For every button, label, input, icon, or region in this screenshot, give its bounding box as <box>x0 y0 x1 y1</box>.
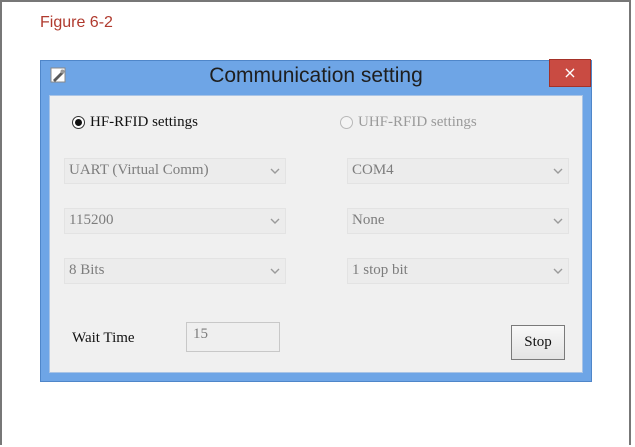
stop-bits-value: 1 stop bit <box>352 262 408 278</box>
close-icon: × <box>563 63 577 82</box>
interface-select[interactable]: UART (Virtual Comm) <box>64 158 286 184</box>
chevron-down-icon <box>269 265 281 277</box>
wait-time-field[interactable]: 15 <box>186 322 280 352</box>
window-title: Communication setting <box>209 64 423 87</box>
port-value: COM4 <box>352 162 394 178</box>
baud-rate-value: 115200 <box>69 212 114 228</box>
dialog-client-area: HF-RFID settings UHF-RFID settings UART … <box>49 95 583 373</box>
hf-rfid-radio[interactable]: HF-RFID settings <box>72 114 198 131</box>
stop-bits-select[interactable]: 1 stop bit <box>347 258 569 284</box>
chevron-down-icon <box>269 215 281 227</box>
data-bits-value: 8 Bits <box>69 262 105 278</box>
data-bits-select[interactable]: 8 Bits <box>64 258 286 284</box>
wait-time-label: Wait Time <box>72 330 135 346</box>
chevron-down-icon <box>552 215 564 227</box>
chevron-down-icon <box>552 265 564 277</box>
stop-button[interactable]: Stop <box>511 325 565 360</box>
radio-checked-icon <box>72 116 85 129</box>
uhf-rfid-radio[interactable]: UHF-RFID settings <box>340 114 477 131</box>
port-select[interactable]: COM4 <box>347 158 569 184</box>
title-bar: Communication setting × <box>41 59 591 91</box>
chevron-down-icon <box>269 165 281 177</box>
parity-value: None <box>352 212 385 228</box>
figure-caption: Figure 6-2 <box>40 14 113 31</box>
interface-value: UART (Virtual Comm) <box>69 162 209 178</box>
baud-rate-select[interactable]: 115200 <box>64 208 286 234</box>
chevron-down-icon <box>552 165 564 177</box>
parity-select[interactable]: None <box>347 208 569 234</box>
communication-setting-dialog: Communication setting × HF-RFID settings… <box>40 59 592 382</box>
close-button[interactable]: × <box>549 59 591 87</box>
uhf-rfid-label: UHF-RFID settings <box>358 114 477 130</box>
radio-unchecked-icon <box>340 116 353 129</box>
hf-rfid-label: HF-RFID settings <box>90 114 198 130</box>
